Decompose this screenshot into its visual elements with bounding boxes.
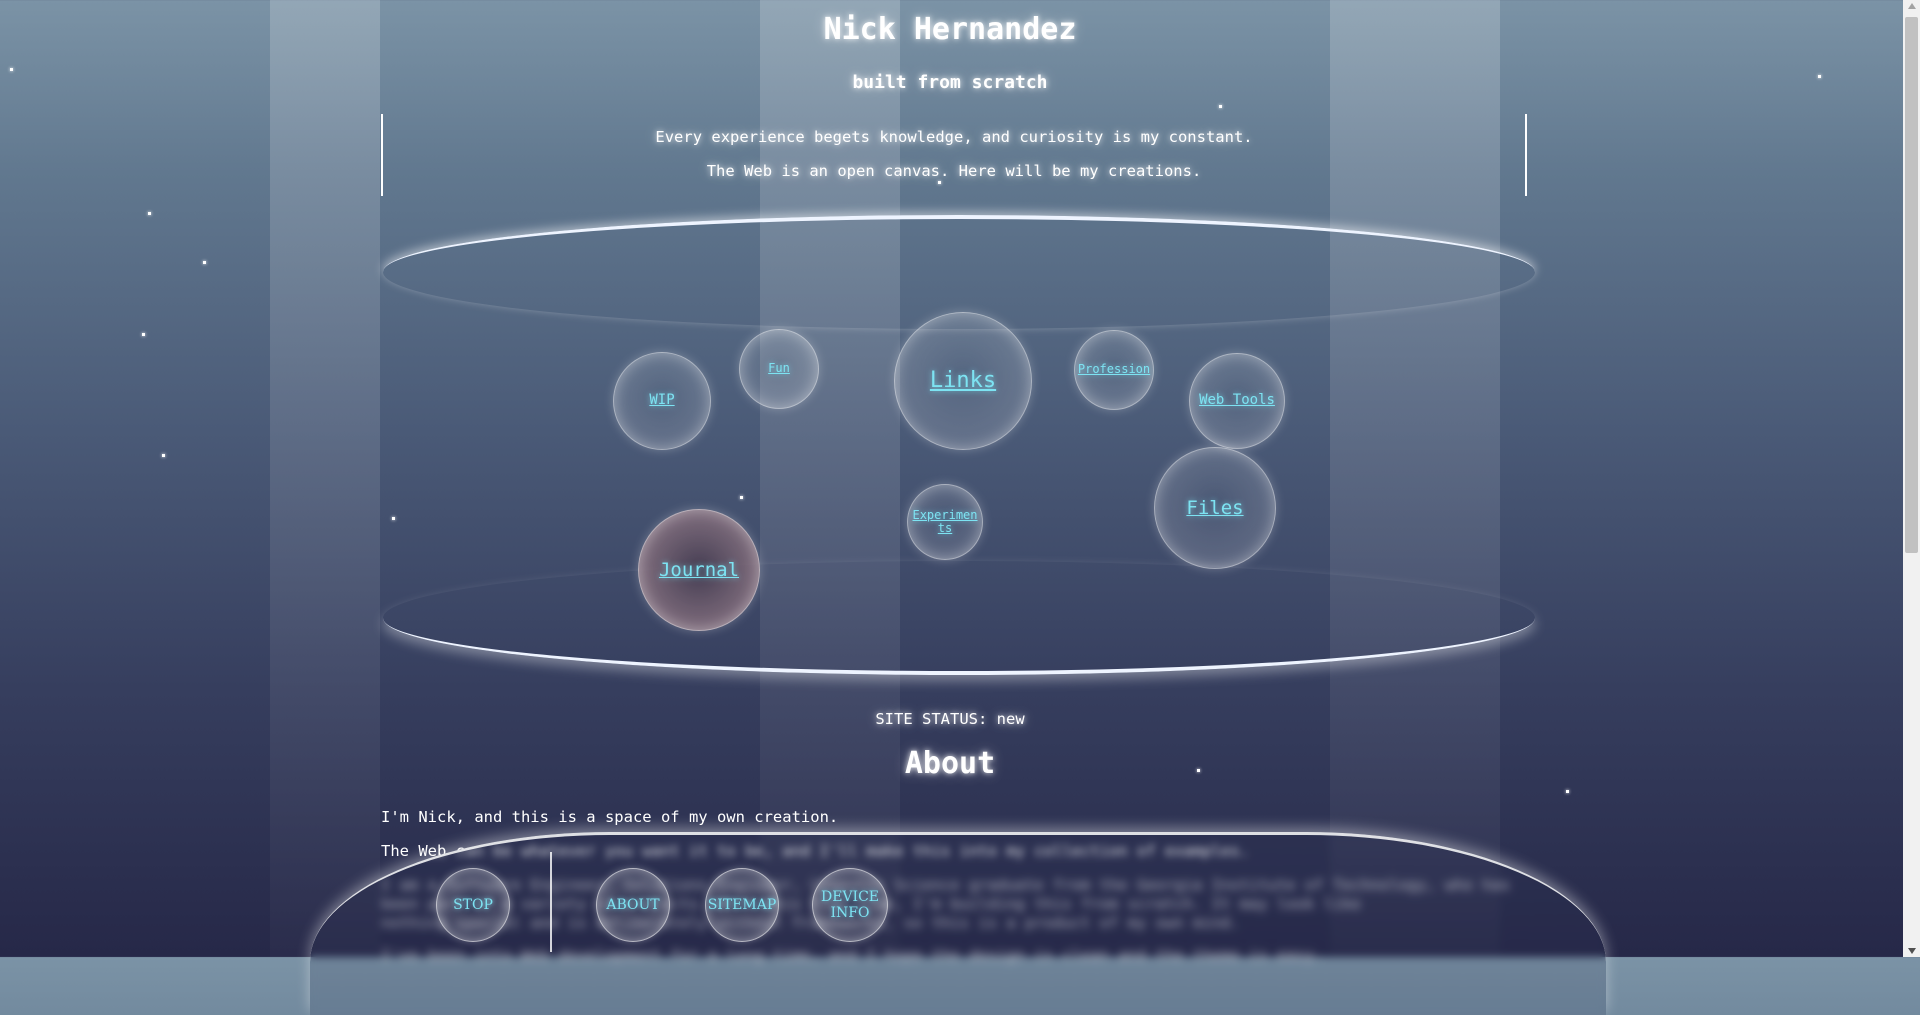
scrollbar-thumb[interactable]	[1905, 17, 1918, 553]
star	[1566, 790, 1569, 793]
link-journal[interactable]: Journal	[659, 559, 739, 581]
bubble-experiments[interactable]: Experiments	[907, 484, 983, 560]
stop-button[interactable]: STOP	[436, 868, 510, 942]
bubble-wip[interactable]: WIP	[613, 352, 711, 450]
bubble-fun[interactable]: Fun	[739, 329, 819, 409]
bubble-links[interactable]: Links	[894, 312, 1032, 450]
link-web-tools[interactable]: Web Tools	[1199, 392, 1275, 408]
star	[142, 333, 145, 336]
link-files[interactable]: Files	[1186, 497, 1243, 519]
about-button[interactable]: ABOUT	[596, 868, 670, 942]
about-paragraph-1: I'm Nick, and this is a space of my own …	[381, 808, 839, 826]
sitemap-button[interactable]: SITEMAP	[705, 868, 779, 942]
site-status: SITE STATUS: new	[875, 710, 1025, 728]
device-info-button[interactable]: DEVICE INFO	[812, 868, 888, 942]
link-profession[interactable]: Profession	[1078, 363, 1150, 376]
about-heading: About	[904, 746, 996, 781]
dock-divider	[550, 852, 552, 952]
star	[10, 68, 13, 71]
star	[148, 212, 151, 215]
bubble-files[interactable]: Files	[1154, 447, 1276, 569]
link-links[interactable]: Links	[930, 368, 996, 393]
star	[162, 454, 165, 457]
portal-bottom-rim	[383, 561, 1535, 675]
tagline-line-1: Every experience begets knowledge, and c…	[655, 128, 1253, 146]
star	[203, 261, 206, 264]
bubble-profession[interactable]: Profession	[1074, 330, 1154, 410]
bubble-journal[interactable]: Journal	[638, 509, 760, 631]
link-wip[interactable]: WIP	[649, 392, 674, 408]
link-experiments[interactable]: Experiments	[909, 508, 981, 535]
tagline-block: Every experience begets knowledge, and c…	[381, 114, 1527, 196]
scroll-up-arrow-icon[interactable]	[1908, 3, 1916, 9]
star	[1219, 105, 1222, 108]
site-subtitle: built from scratch	[852, 72, 1048, 93]
tagline-line-2: The Web is an open canvas. Here will be …	[706, 162, 1202, 180]
scrollbar[interactable]	[1903, 0, 1920, 957]
scroll-down-arrow-icon[interactable]	[1908, 948, 1916, 954]
bubble-web-tools[interactable]: Web Tools	[1189, 353, 1285, 449]
site-title: Nick Hernandez	[823, 12, 1077, 47]
light-ray	[270, 0, 380, 957]
link-fun[interactable]: Fun	[768, 362, 790, 375]
